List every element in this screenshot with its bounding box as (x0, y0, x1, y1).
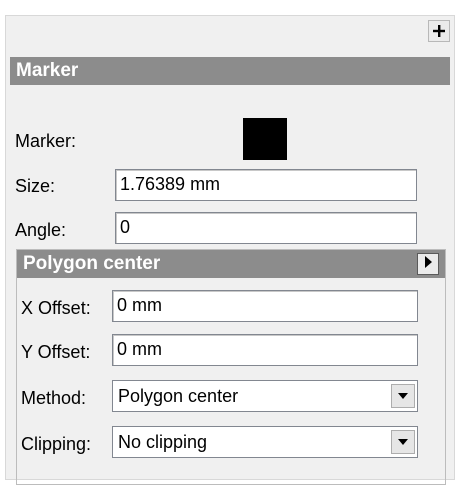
expand-button[interactable] (417, 253, 439, 275)
marker-label: Marker: (15, 131, 77, 151)
method-label: Method: (21, 388, 87, 408)
y-offset-label: Y Offset: (21, 342, 91, 362)
method-value: Polygon center (118, 386, 239, 406)
plus-icon (432, 24, 446, 38)
size-input[interactable]: 1.76389 mm (115, 169, 417, 201)
clipping-label: Clipping: (21, 434, 92, 454)
clipping-value: No clipping (118, 432, 208, 452)
x-offset-input[interactable]: 0 mm (112, 290, 418, 322)
chevron-down-icon[interactable] (391, 430, 415, 454)
marker-swatch[interactable] (243, 118, 287, 160)
polygon-center-header: Polygon center (17, 250, 445, 278)
marker-properties-panel: Marker Marker: Size: 1.76389 mm Angle: 0… (5, 15, 455, 485)
y-offset-input[interactable]: 0 mm (112, 334, 418, 366)
chevron-down-icon[interactable] (391, 384, 415, 408)
clipping-select[interactable]: No clipping (112, 426, 418, 458)
angle-label: Angle: (15, 220, 67, 240)
angle-input[interactable]: 0 (115, 212, 417, 244)
method-select[interactable]: Polygon center (112, 380, 418, 412)
add-button[interactable] (428, 20, 450, 42)
size-label: Size: (15, 176, 56, 196)
polygon-center-title: Polygon center (23, 253, 161, 274)
marker-section-header: Marker (10, 57, 450, 85)
play-arrow-icon (422, 250, 434, 278)
polygon-center-section: Polygon center X Offset: 0 mm Y Offset: … (16, 249, 446, 485)
x-offset-label: X Offset: (21, 298, 91, 318)
